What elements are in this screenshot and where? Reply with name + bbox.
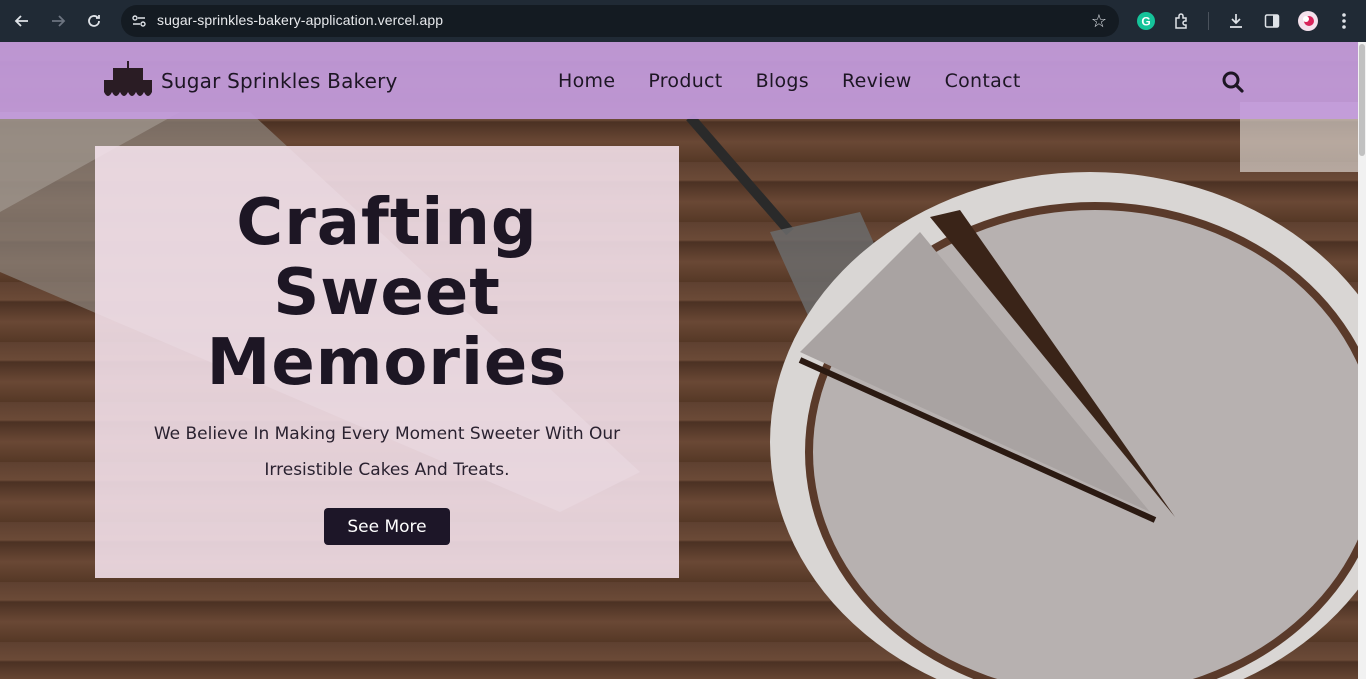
- side-panel-icon[interactable]: [1260, 9, 1284, 33]
- see-more-button[interactable]: See More: [324, 508, 450, 545]
- address-bar[interactable]: sugar-sprinkles-bakery-application.verce…: [121, 5, 1119, 37]
- main-nav: Home Product Blogs Review Contact: [558, 70, 1054, 92]
- nav-review[interactable]: Review: [842, 70, 912, 92]
- nav-blogs[interactable]: Blogs: [756, 70, 809, 92]
- url-text[interactable]: sugar-sprinkles-bakery-application.verce…: [157, 12, 443, 28]
- nav-contact[interactable]: Contact: [945, 70, 1021, 92]
- search-icon[interactable]: [1221, 70, 1245, 94]
- brand-name[interactable]: Sugar Sprinkles Bakery: [161, 69, 398, 93]
- back-icon[interactable]: [9, 8, 35, 34]
- site-settings-icon[interactable]: [131, 13, 147, 29]
- forward-icon[interactable]: [45, 8, 71, 34]
- cake-logo-icon[interactable]: [101, 60, 155, 102]
- reload-icon[interactable]: [81, 8, 107, 34]
- profile-avatar[interactable]: [1296, 9, 1320, 33]
- svg-text:G: G: [1141, 15, 1150, 29]
- hero-description: We Believe In Making Every Moment Sweete…: [153, 424, 621, 480]
- hero-title: Crafting Sweet Memories: [95, 188, 679, 398]
- hero-title-line-3: Memories: [206, 326, 568, 400]
- nav-product[interactable]: Product: [648, 70, 722, 92]
- download-icon[interactable]: [1224, 9, 1248, 33]
- hero-title-line-1: Crafting: [236, 186, 538, 260]
- scrollbar-thumb[interactable]: [1359, 44, 1365, 156]
- nav-home[interactable]: Home: [558, 70, 615, 92]
- browser-toolbar: sugar-sprinkles-bakery-application.verce…: [0, 0, 1366, 42]
- site-header: Sugar Sprinkles Bakery Home Product Blog…: [0, 42, 1358, 119]
- bookmark-star-icon[interactable]: ☆: [1091, 11, 1107, 32]
- page-scrollbar[interactable]: [1358, 42, 1366, 679]
- grammarly-icon[interactable]: G: [1134, 9, 1158, 33]
- hero-card: Crafting Sweet Memories We Believe In Ma…: [95, 146, 679, 578]
- toolbar-divider: [1208, 12, 1209, 30]
- extensions-icon[interactable]: [1170, 9, 1194, 33]
- more-menu-icon[interactable]: [1332, 9, 1356, 33]
- hero-title-line-2: Sweet: [273, 256, 501, 330]
- web-page: Sugar Sprinkles Bakery Home Product Blog…: [0, 42, 1358, 679]
